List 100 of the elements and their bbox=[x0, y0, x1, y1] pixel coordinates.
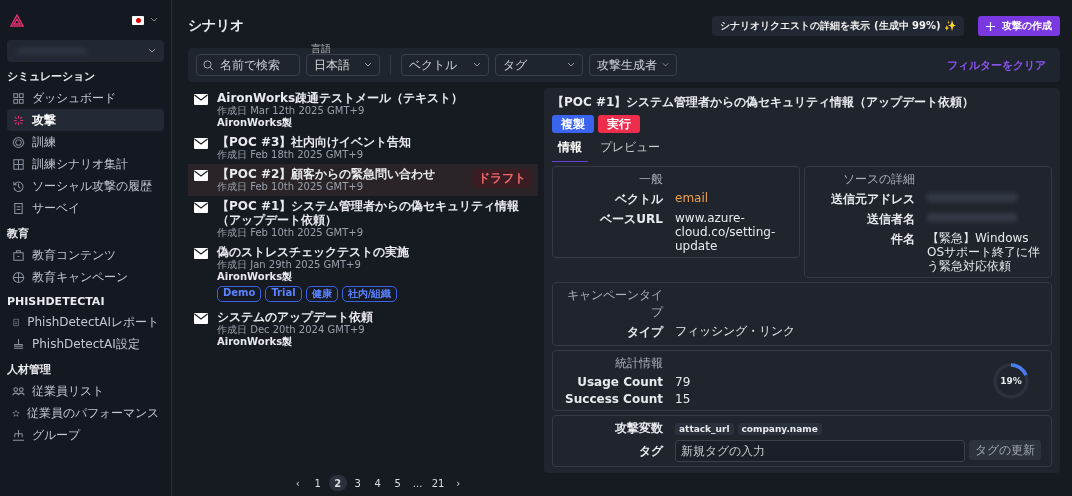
author-label: AironWorks製 bbox=[217, 271, 293, 283]
envelope-icon bbox=[194, 313, 208, 324]
scenario-item[interactable]: 偽のストレスチェックテストの実施 作成日 Jan 29th 2025 GMT+9 AironWorks製 Demo Trial 健康 社内/組織 bbox=[188, 242, 538, 307]
previous-page-button[interactable]: ‹ bbox=[288, 475, 307, 491]
page-button[interactable]: 1 bbox=[308, 475, 327, 491]
scenario-title: AironWorks疎通テストメール（テキスト） bbox=[217, 91, 464, 105]
page-button[interactable]: 4 bbox=[368, 475, 387, 491]
field-value: 79 bbox=[675, 375, 692, 389]
section-heading: 教育 bbox=[7, 226, 30, 241]
scenario-title: 【POC #3】社内向けイベント告知 bbox=[217, 135, 412, 149]
scenario-title: 【POC #2】顧客からの緊急問い合わせ bbox=[217, 167, 436, 181]
card-heading: ソースの詳細 bbox=[842, 171, 915, 188]
envelope-icon bbox=[194, 202, 208, 213]
target-icon bbox=[12, 135, 25, 149]
sidebar-item[interactable]: 訓練 bbox=[7, 131, 164, 153]
chevron-icon bbox=[364, 62, 372, 68]
tag-select[interactable]: タグ bbox=[495, 54, 583, 76]
run-button[interactable]: 実行 bbox=[598, 115, 640, 133]
section-heading: PHISHDETECTAI bbox=[7, 295, 106, 308]
field-value: フィッシング・リンク bbox=[675, 324, 796, 338]
field-label: 送信元アドレス bbox=[830, 191, 915, 208]
tag-chip: Demo bbox=[217, 286, 262, 302]
globe-icon bbox=[12, 270, 25, 284]
card-heading: 一般 bbox=[638, 171, 663, 188]
envelope-icon bbox=[194, 248, 208, 259]
variable-chip: attack_url bbox=[675, 422, 734, 435]
briefcase-icon bbox=[12, 248, 25, 262]
sidebar-item[interactable]: PhishDetectAI設定 bbox=[7, 333, 164, 355]
chevron-icon bbox=[148, 48, 156, 54]
search-field[interactable]: 名前で検索 bbox=[196, 54, 300, 76]
success-rate: 19% bbox=[1000, 375, 1022, 386]
envelope-icon bbox=[194, 94, 208, 105]
sidebar-item[interactable]: 教育キャンペーン bbox=[7, 266, 164, 288]
scenario-item[interactable]: 【POC #2】顧客からの緊急問い合わせ 作成日 Feb 10th 2025 GMT+9 ドラフト bbox=[188, 164, 538, 196]
page-button[interactable]: 5 bbox=[388, 475, 407, 491]
language-select[interactable]: 日本語 bbox=[306, 54, 380, 76]
plus-icon bbox=[986, 21, 995, 31]
update-tags-button[interactable]: タグの更新 bbox=[969, 440, 1041, 460]
chevron-icon bbox=[473, 62, 481, 68]
author-label: AironWorks製 bbox=[217, 117, 293, 129]
sidebar-item[interactable]: 従業員のパフォーマンス bbox=[7, 402, 164, 424]
tag-input[interactable]: 新規タグの入力 bbox=[675, 440, 965, 462]
page-button[interactable]: 21 bbox=[428, 475, 448, 491]
scenario-item[interactable]: 【POC #1】システム管理者からの偽セキュリティ情報（アップデート依頼） 作成日 Feb 10th 2025 GMT+9 bbox=[188, 196, 538, 242]
duplicate-button[interactable]: 複製 bbox=[552, 115, 594, 133]
field-label: ベースURL bbox=[599, 211, 663, 228]
create-attack-button[interactable]: 攻撃の作成 bbox=[978, 16, 1060, 36]
page-button[interactable]: ... bbox=[408, 475, 427, 491]
flag-icon[interactable] bbox=[132, 15, 144, 25]
sidebar-item[interactable]: 攻撃 bbox=[7, 109, 164, 131]
next-page-button[interactable]: › bbox=[449, 475, 468, 491]
sidebar-item[interactable]: 従業員リスト bbox=[7, 380, 164, 402]
sidebar-item[interactable]: ソーシャル攻撃の履歴 bbox=[7, 175, 164, 197]
document-icon bbox=[12, 201, 25, 215]
creation-date: 作成日 Dec 20th 2024 GMT+9 bbox=[217, 324, 365, 336]
logo-icon bbox=[10, 13, 24, 27]
page-button[interactable]: 2 bbox=[328, 475, 347, 491]
tab[interactable]: 情報 bbox=[552, 137, 588, 162]
field-label: Usage Count bbox=[576, 375, 663, 389]
creator-select[interactable]: 攻撃生成者 bbox=[589, 54, 677, 76]
scenario-heading: 【POC #1】システム管理者からの偽セキュリティ情報（アップデート依頼） bbox=[552, 94, 976, 111]
section-heading: 人材管理 bbox=[7, 362, 52, 377]
tag-chip: 健康 bbox=[305, 286, 338, 302]
draft-badge: ドラフト bbox=[472, 169, 532, 188]
field-value: 【緊急】Windows OSサポート終了に伴う緊急対応依頼 bbox=[927, 231, 1041, 273]
field-label: 件名 bbox=[890, 231, 915, 248]
tab[interactable]: プレビュー bbox=[594, 137, 666, 162]
sidebar-item[interactable]: ダッシュボード bbox=[7, 87, 164, 109]
card-heading: キャンペーンタイプ bbox=[566, 287, 663, 321]
sidebar-item[interactable]: 訓練シナリオ集計 bbox=[7, 153, 164, 175]
envelope-icon bbox=[194, 170, 208, 181]
chevron-icon bbox=[567, 62, 575, 68]
field-value: 15 bbox=[675, 392, 692, 406]
field-label: タイプ bbox=[626, 324, 663, 341]
scenario-item[interactable]: AironWorks疎通テストメール（テキスト） 作成日 Mar 12th 2025 GMT+9 AironWorks製 bbox=[188, 88, 538, 132]
sidebar-item[interactable]: PhishDetectAIレポート bbox=[7, 311, 164, 333]
sidebar-item[interactable]: 教育コンテンツ bbox=[7, 244, 164, 266]
field-label: ベクトル bbox=[614, 191, 663, 208]
scenario-item[interactable]: 【POC #3】社内向けイベント告知 作成日 Feb 18th 2025 GMT+9 bbox=[188, 132, 538, 164]
creation-date: 作成日 Mar 12th 2025 GMT+9 bbox=[217, 105, 365, 117]
sidebar-item[interactable]: グループ bbox=[7, 424, 164, 446]
people-icon bbox=[12, 384, 25, 398]
field-value: www.azure-cloud.co/setting-update bbox=[675, 211, 777, 253]
card-heading: 統計情報 bbox=[614, 355, 663, 372]
tag-chip: Trial bbox=[265, 286, 302, 302]
chevron-icon[interactable] bbox=[150, 17, 158, 23]
scenario-title: 偽のストレスチェックテストの実施 bbox=[217, 245, 409, 259]
search-icon bbox=[203, 60, 214, 71]
section-heading: シミュレーション bbox=[7, 69, 96, 84]
field-label: 送信者名 bbox=[866, 211, 915, 228]
creation-date: 作成日 Feb 10th 2025 GMT+9 bbox=[217, 181, 364, 193]
field-label: Success Count bbox=[564, 392, 663, 406]
field-label: 言語 bbox=[310, 44, 332, 54]
envelope-icon bbox=[194, 138, 208, 149]
sidebar-item[interactable]: サーベイ bbox=[7, 197, 164, 219]
scenario-item[interactable]: システムのアップデート依頼 作成日 Dec 20th 2024 GMT+9 AironWorks製 bbox=[188, 307, 538, 351]
page-button[interactable]: 3 bbox=[348, 475, 367, 491]
vector-select[interactable]: ベクトル bbox=[401, 54, 489, 76]
grid-icon bbox=[12, 91, 25, 105]
request-details-button[interactable]: シナリオリクエストの詳細を表示 (生成中 99%) ✨ bbox=[712, 16, 964, 36]
